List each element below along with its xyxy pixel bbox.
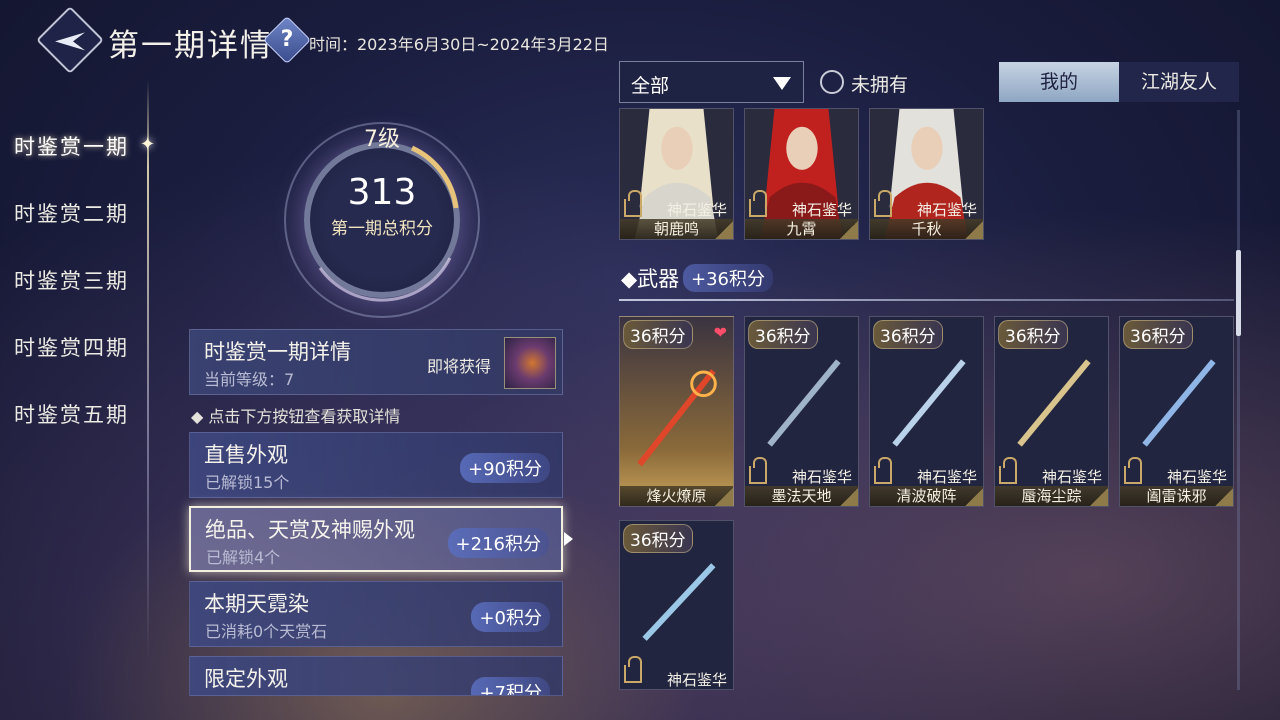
points-badge: 36积分	[998, 320, 1068, 349]
points-badge: 36积分	[623, 320, 693, 349]
item-tag: 神石鉴华	[916, 201, 977, 219]
points-badge: +90积分	[460, 453, 550, 483]
weapon-card[interactable]: 36积分 神石鉴华 阖雷诛邪	[1119, 316, 1234, 507]
weapon-card[interactable]: 36积分 ❤ 烽火燎原	[619, 316, 734, 507]
tab-mine[interactable]: 我的	[999, 62, 1119, 102]
points-badge: 36积分	[623, 524, 693, 553]
nav-item-period-5[interactable]: 时鉴赏五期	[14, 399, 129, 429]
weapon-card[interactable]: 36积分 神石鉴华 蜃海尘踪	[994, 316, 1109, 507]
outfit-card[interactable]: 神石鉴华 千秋	[869, 108, 984, 240]
date-range: 时间：2023年6月30日~2024年3月22日	[309, 35, 609, 54]
corner-ornament-icon	[1090, 488, 1108, 506]
lock-icon	[874, 457, 892, 484]
favorite-heart-icon[interactable]: ❤	[714, 323, 727, 342]
corner-ornament-icon	[840, 221, 858, 239]
lock-icon	[749, 457, 767, 484]
item-tag: 神石鉴华	[791, 468, 852, 486]
points-badge: +216积分	[447, 528, 549, 558]
corner-ornament-icon	[840, 488, 858, 506]
points-badge: +0积分	[471, 602, 550, 632]
weapon-card[interactable]: 36积分 神石鉴华	[619, 520, 734, 690]
back-arrow-icon	[55, 32, 85, 51]
points-badge: 36积分	[748, 320, 818, 349]
outfit-card[interactable]: 神石鉴华 九霄	[744, 108, 859, 240]
weapon-shape	[1017, 359, 1091, 447]
tip-text: ◆ 点击下方按钮查看获取详情	[191, 407, 401, 426]
item-tag: 神石鉴华	[666, 201, 727, 219]
item-tag: 神石鉴华	[791, 201, 852, 219]
section-divider	[619, 299, 1234, 301]
total-score-label: 第一期总积分	[331, 219, 433, 239]
nav-item-period-2[interactable]: 时鉴赏二期	[14, 198, 129, 228]
corner-ornament-icon	[1215, 488, 1233, 506]
weapon-shape	[642, 563, 716, 641]
lock-icon	[874, 190, 892, 217]
weapon-card[interactable]: 36积分 神石鉴华 墨法天地	[744, 316, 859, 507]
corner-ornament-icon	[965, 221, 983, 239]
weapon-shape	[1142, 359, 1216, 447]
chevron-down-icon	[773, 77, 791, 90]
points-badge: 36积分	[873, 320, 943, 349]
corner-ornament-icon	[715, 221, 733, 239]
item-tag: 神石鉴华	[666, 671, 727, 689]
lock-icon	[749, 190, 767, 217]
corner-ornament-icon	[715, 488, 733, 506]
weapons-section-points: +36积分	[683, 264, 773, 292]
item-tag: 神石鉴华	[916, 468, 977, 486]
outfit-card[interactable]: 神石鉴华 朝鹿鸣	[619, 108, 734, 240]
current-level: 当前等级：7	[204, 370, 295, 389]
page-title: 第一期详情	[108, 28, 273, 64]
not-owned-label: 未拥有	[851, 74, 909, 96]
nav-divider	[147, 80, 149, 660]
weapon-card[interactable]: 36积分 神石鉴华 清波破阵	[869, 316, 984, 507]
lock-icon	[624, 190, 642, 217]
item-tag: 神石鉴华	[1166, 468, 1227, 486]
filter-dropdown[interactable]: 全部	[619, 61, 804, 103]
coming-soon-label: 即将获得	[427, 357, 492, 376]
weapons-section-title: ◆武器	[621, 267, 680, 291]
corner-ornament-icon	[965, 488, 983, 506]
active-star-icon: ✦	[140, 134, 156, 155]
help-icon: ?	[280, 27, 294, 52]
reward-thumbnail[interactable]	[504, 337, 556, 389]
category-premium[interactable]: 绝品、天赏及神赐外观 已解锁4个 +216积分	[189, 506, 563, 572]
item-tag: 神石鉴华	[1041, 468, 1102, 486]
lock-icon	[1124, 457, 1142, 484]
tab-friends[interactable]: 江湖友人	[1119, 62, 1239, 102]
period-detail-title: 时鉴赏一期详情	[204, 340, 351, 364]
lock-icon	[999, 457, 1017, 484]
level-label: 7级	[364, 127, 400, 152]
weapon-shape	[637, 369, 716, 467]
points-badge: +7积分	[471, 677, 550, 695]
lock-icon	[624, 656, 642, 683]
nav-item-period-1[interactable]: 时鉴赏一期	[14, 131, 129, 161]
scrollbar-thumb[interactable]	[1236, 250, 1241, 336]
back-button[interactable]	[36, 6, 104, 74]
category-dye[interactable]: 本期天霓染 已消耗0个天赏石 +0积分	[189, 581, 563, 647]
category-direct-sale[interactable]: 直售外观 已解锁15个 +90积分	[189, 432, 563, 498]
total-score: 313	[347, 172, 417, 213]
not-owned-radio[interactable]	[820, 70, 844, 94]
weapon-shape	[892, 359, 966, 447]
nav-item-period-4[interactable]: 时鉴赏四期	[14, 332, 129, 362]
nav-item-period-3[interactable]: 时鉴赏三期	[14, 265, 129, 295]
points-badge: 36积分	[1123, 320, 1193, 349]
category-limited[interactable]: 限定外观 +7积分	[189, 656, 563, 696]
scrollbar-track[interactable]	[1237, 110, 1240, 690]
selected-arrow-icon	[564, 532, 573, 546]
weapon-shape	[767, 359, 841, 447]
